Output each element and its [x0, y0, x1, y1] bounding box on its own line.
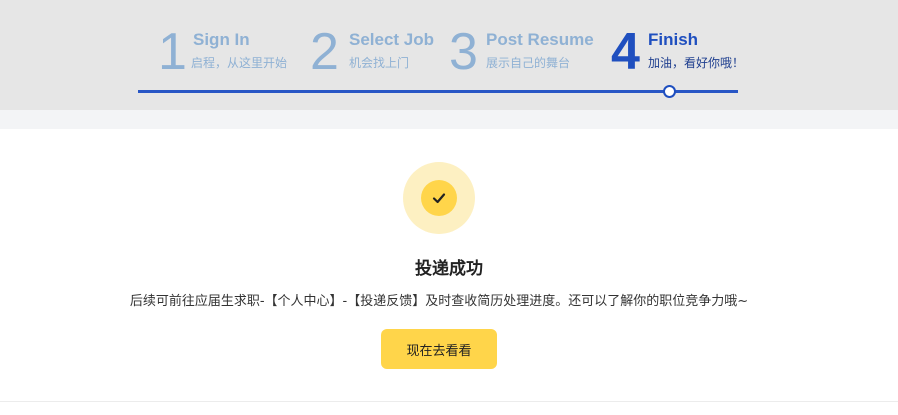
step-title: Sign In — [193, 30, 250, 49]
success-message: 后续可前往应届生求职-【个人中心】-【投递反馈】及时查收简历处理进度。还可以了解… — [129, 294, 749, 309]
step-number: 4 — [611, 23, 640, 81]
step-number: 1 — [158, 23, 187, 81]
step-title: Select Job — [349, 30, 435, 49]
success-title: 投递成功 — [415, 259, 483, 279]
step-title: Post Resume — [486, 30, 594, 49]
progress-line — [138, 90, 738, 93]
check-icon — [432, 193, 446, 204]
success-badge-inner — [421, 180, 457, 216]
section-divider — [0, 110, 898, 129]
step-title: Finish — [648, 30, 699, 49]
step-subtitle: 机会找上门 — [349, 56, 410, 70]
success-badge — [403, 162, 475, 234]
step-subtitle: 加油，看好你哦！ — [648, 56, 745, 70]
current-step-marker — [663, 85, 676, 98]
view-now-button[interactable]: 现在去看看 — [381, 329, 497, 369]
step-number: 3 — [449, 23, 478, 81]
step-subtitle: 启程，从这里开始 — [191, 56, 288, 70]
step-subtitle: 展示自己的舞台 — [486, 56, 571, 70]
bottom-divider — [0, 401, 898, 402]
step-number: 2 — [310, 23, 339, 81]
